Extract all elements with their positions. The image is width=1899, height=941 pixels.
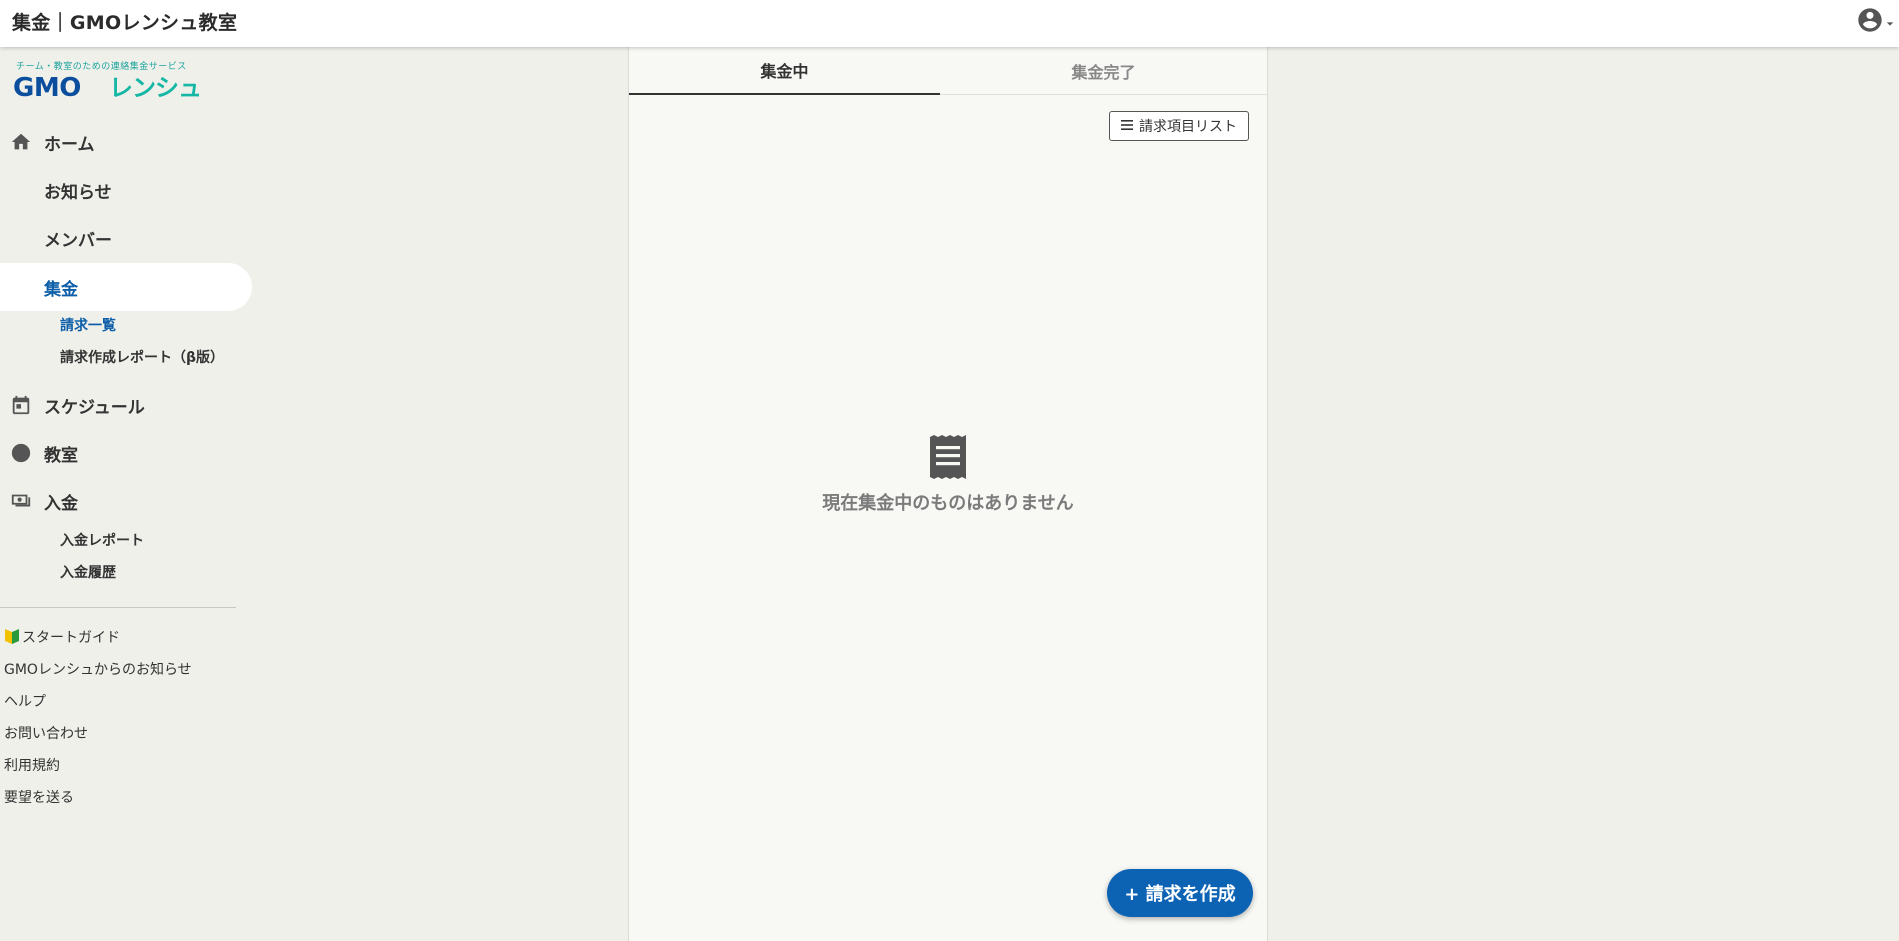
sidebar-subitem-deposit-report[interactable]: 入金レポート (60, 530, 144, 552)
circle-icon (9, 441, 33, 465)
account-circle-icon (1856, 6, 1884, 38)
invoice-item-list-label: 請求項目リスト (1139, 119, 1237, 135)
sidebar-item-collection[interactable]: 集金 (0, 263, 252, 311)
sidebar-item-news[interactable]: お知らせ (0, 166, 252, 214)
footer-link-feedback[interactable]: 要望を送る (4, 787, 74, 809)
chevron-down-icon (1886, 13, 1894, 32)
sidebar-subitem-invoice-report[interactable]: 請求作成レポート（β版） (60, 347, 224, 369)
tab-bar: 集金中 集金完了 (629, 47, 1267, 95)
sidebar-item-label: 入金 (44, 493, 78, 514)
footer-link-start-guide[interactable]: スタートガイド (4, 627, 120, 649)
sidebar-item-classroom[interactable]: 教室 (0, 429, 252, 477)
sidebar: チーム・教室のための連絡集金サービス GMO レンシュ ホーム お知らせ メンバ… (0, 47, 252, 941)
top-bar: 集金｜GMOレンシュ教室 (0, 0, 1899, 47)
sidebar-subitem-invoice-list[interactable]: 請求一覧 (60, 315, 116, 337)
footer-link-label: スタートガイド (22, 630, 120, 646)
footer-link-help[interactable]: ヘルプ (4, 691, 46, 713)
footer-link-terms[interactable]: 利用規約 (4, 755, 60, 777)
receipt-icon (928, 435, 968, 483)
menu-icon (1121, 118, 1133, 134)
brand-logo[interactable]: チーム・教室のための連絡集金サービス GMO レンシュ (13, 59, 203, 107)
sidebar-item-home[interactable]: ホーム (0, 118, 252, 166)
sidebar-item-label: スケジュール (44, 397, 145, 418)
sidebar-item-label: 集金 (44, 279, 78, 300)
sidebar-item-label: お知らせ (44, 182, 112, 203)
tab-completed[interactable]: 集金完了 (940, 47, 1267, 94)
sidebar-item-schedule[interactable]: スケジュール (0, 381, 252, 429)
empty-state: 現在集金中のものはありません (629, 435, 1267, 515)
empty-message: 現在集金中のものはありません (822, 493, 1074, 514)
create-invoice-button[interactable]: + 請求を作成 (1107, 869, 1253, 917)
money-icon (9, 489, 33, 513)
page-title: 集金｜GMOレンシュ教室 (12, 12, 238, 34)
sidebar-item-members[interactable]: メンバー (0, 214, 252, 262)
brand-name-gmo: GMO (13, 73, 81, 103)
beginner-mark-icon (4, 628, 20, 652)
sidebar-item-deposit[interactable]: 入金 (0, 477, 252, 525)
sidebar-divider (0, 607, 236, 608)
calendar-icon (9, 393, 33, 417)
main-panel: 集金中 集金完了 請求項目リスト 現在集金中のものはありません + 請求を作成 (628, 47, 1268, 941)
user-menu-button[interactable] (1851, 4, 1899, 40)
home-icon (9, 130, 33, 154)
sidebar-subitem-deposit-history[interactable]: 入金履歴 (60, 562, 116, 584)
footer-link-contact[interactable]: お問い合わせ (4, 723, 88, 745)
brand-name-rensh: レンシュ (109, 74, 202, 102)
footer-link-rensh-news[interactable]: GMOレンシュからのお知らせ (4, 659, 192, 681)
sidebar-item-label: メンバー (44, 230, 112, 251)
sidebar-item-label: 教室 (44, 445, 78, 466)
tab-collecting[interactable]: 集金中 (629, 47, 940, 95)
sidebar-item-label: ホーム (44, 134, 95, 155)
brand-tagline: チーム・教室のための連絡集金サービス (16, 62, 187, 72)
invoice-item-list-button[interactable]: 請求項目リスト (1109, 111, 1249, 141)
